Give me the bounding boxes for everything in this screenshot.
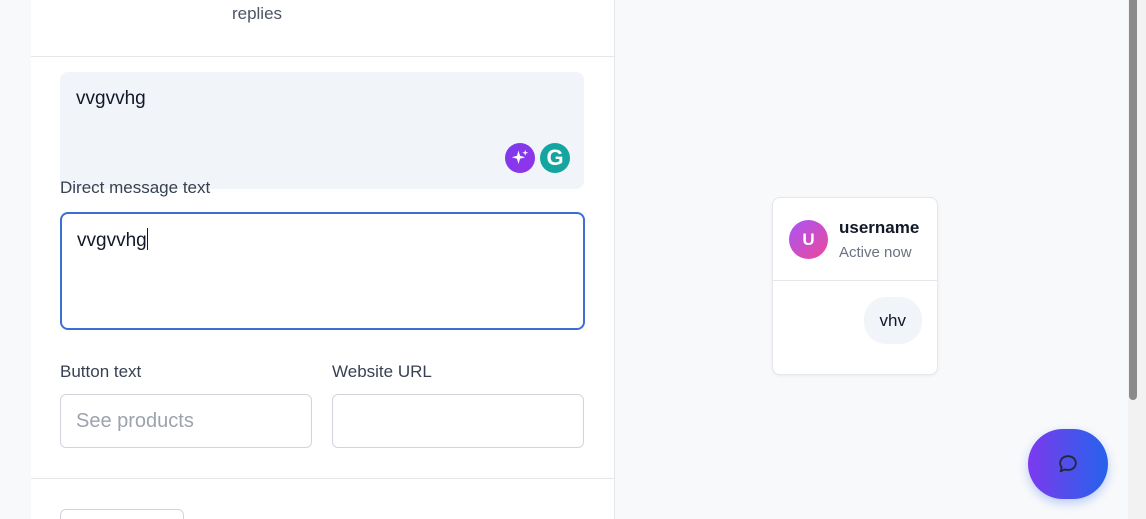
button-text-label: Button text (60, 362, 142, 381)
scrollbar[interactable] (1128, 0, 1146, 519)
website-url-label: Website URL (332, 362, 432, 381)
button-text-placeholder: See products (76, 410, 194, 432)
replies-label: replies (231, 4, 283, 23)
public-reply-text: vvgvvhg (76, 88, 146, 109)
partial-button[interactable] (60, 509, 184, 519)
public-reply-textarea[interactable]: vvgvvhg (60, 72, 584, 189)
sparkles-glyph (511, 149, 529, 164)
left-gutter (0, 0, 31, 519)
scrollbar-thumb[interactable] (1129, 0, 1137, 400)
dm-text-value: vvgvvhg (77, 230, 147, 251)
sparkles-icon[interactable] (505, 143, 535, 173)
dm-preview-card: U username Active now vhv (772, 197, 938, 375)
dm-preview-header: U username Active now (773, 198, 937, 281)
chat-launcher-button[interactable] (1028, 429, 1108, 499)
active-status: Active now (839, 244, 912, 261)
website-url-input[interactable] (332, 394, 584, 448)
grammarly-letter: G (546, 145, 564, 170)
dm-text-textarea[interactable]: vvgvvhg (60, 212, 585, 330)
grammarly-icon[interactable]: G (540, 143, 570, 173)
chat-bubble-icon (1059, 455, 1077, 473)
editor-panel: replies vvgvvhg G Direct message text vv… (31, 0, 615, 519)
button-text-input[interactable]: See products (60, 394, 312, 448)
text-caret (146, 228, 148, 250)
message-bubble: vhv (863, 297, 922, 344)
section-divider-bottom (31, 478, 614, 479)
section-divider (31, 56, 614, 57)
username: username (839, 218, 920, 237)
dm-text-label: Direct message text (60, 178, 211, 197)
avatar: U (789, 220, 828, 259)
